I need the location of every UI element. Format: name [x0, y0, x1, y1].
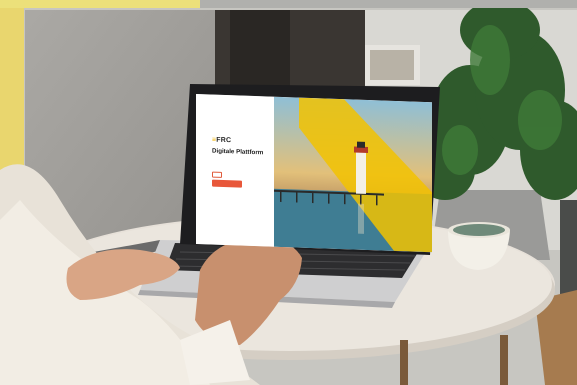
cta-button[interactable] — [212, 179, 242, 188]
photo-scene: ≡FRC Digitale Plattform — [0, 0, 577, 385]
page-subtext — [212, 158, 270, 160]
page-headline: Digitale Plattform — [212, 147, 264, 157]
brand-logo: ≡FRC — [212, 137, 231, 145]
footnote-text — [212, 192, 262, 194]
logo-text: FRC — [216, 136, 232, 145]
landing-panel: ≡FRC Digitale Plattform — [196, 94, 274, 247]
laptop-screen: ≡FRC Digitale Plattform — [196, 94, 432, 253]
hero-lighthouse-image — [274, 96, 432, 253]
consent-checkbox[interactable] — [212, 171, 222, 178]
